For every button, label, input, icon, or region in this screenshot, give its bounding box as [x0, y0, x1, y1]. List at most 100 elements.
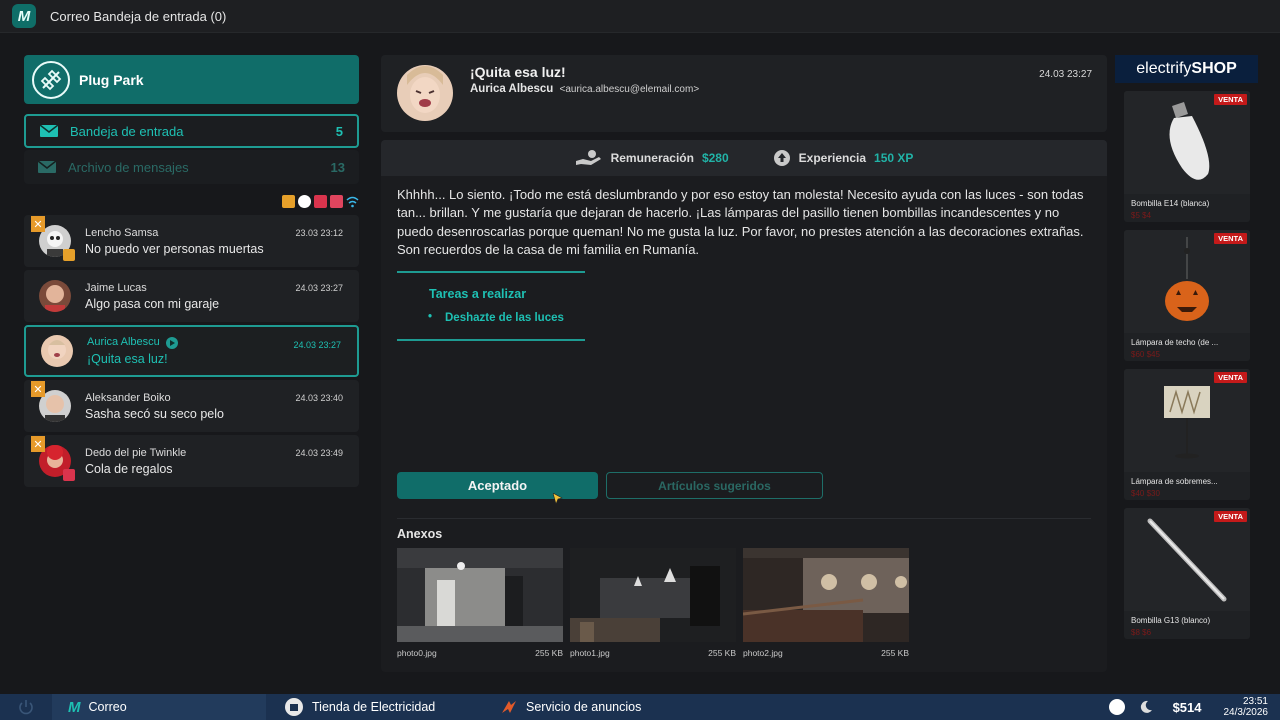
- shop-brand-bold: SHOP: [1191, 60, 1237, 77]
- title-bar: M Correo Bandeja de entrada (0): [0, 0, 1280, 33]
- folder-inbox[interactable]: Bandeja de entrada 5: [24, 114, 359, 148]
- day-mode-icon[interactable]: [1108, 699, 1125, 715]
- list-item[interactable]: Jaime Lucas Algo pasa con mi garaje 24.0…: [24, 270, 359, 322]
- shop-item-name: Bombilla G13 (blanco): [1131, 616, 1211, 625]
- sidebar: Plug Park Bandeja de entrada 5 Archivo d…: [24, 55, 359, 490]
- money-balance: $514: [1172, 699, 1202, 715]
- shop-item[interactable]: VENTA Lámpara de techo (de ... $60 $45: [1124, 230, 1250, 361]
- task-tag-icon: ✕: [31, 216, 45, 232]
- list-item[interactable]: ✕ Aleksander Boiko Sasha secó su seco pe…: [24, 380, 359, 432]
- attachment-name: photo1.jpg: [570, 648, 610, 658]
- attachment-name: photo2.jpg: [743, 648, 783, 658]
- shop-item[interactable]: VENTA Bombilla E14 (blanca) $5 $4: [1124, 91, 1250, 222]
- shop-item[interactable]: VENTA Lámpara de sobremes... $40 $30: [1124, 369, 1250, 500]
- moon-icon[interactable]: [1139, 700, 1153, 714]
- play-icon[interactable]: [165, 336, 178, 349]
- plug-icon: [32, 60, 70, 99]
- attachment-size: 255 KB: [881, 648, 909, 658]
- fire-icon: [63, 469, 75, 481]
- list-item[interactable]: ✕ Dedo del pie Twinkle Cola de regalos 2…: [24, 435, 359, 487]
- shop-brand-light: electrify: [1136, 60, 1192, 77]
- sale-badge: VENTA: [1214, 511, 1247, 522]
- avatar: [41, 335, 73, 367]
- xp-label: Experiencia: [798, 151, 867, 165]
- attachment-thumbnail[interactable]: [397, 548, 563, 642]
- accept-button[interactable]: Aceptado: [397, 472, 598, 499]
- folder-archive-label: Archivo de mensajes: [68, 159, 189, 175]
- shop-logo[interactable]: electrify SHOP: [1115, 55, 1258, 83]
- mail-date: 24.03 23:27: [1039, 69, 1092, 80]
- message-date: 24.03 23:49: [295, 448, 343, 458]
- reward-value: $280: [701, 151, 729, 165]
- shop-item-price: $60 $45: [1131, 350, 1160, 359]
- attachments-title: Anexos: [397, 527, 443, 541]
- mail-header: ¡Quita esa luz! Aurica Albescu <aurica.a…: [381, 55, 1107, 132]
- app-logo-icon: M: [12, 4, 36, 28]
- envelope-icon: [40, 125, 58, 137]
- reward-label: Remuneración: [610, 151, 694, 165]
- tube-bulb-icon: [1124, 508, 1250, 611]
- sale-badge: VENTA: [1214, 233, 1247, 244]
- window-title: Correo Bandeja de entrada (0): [50, 8, 227, 24]
- status-icons: [24, 195, 359, 209]
- settings-icon: [298, 195, 311, 208]
- power-icon: [19, 700, 33, 715]
- attachment-name: photo0.jpg: [397, 648, 437, 658]
- message-date: 24.03 23:40: [295, 393, 343, 403]
- message-subject: No puedo ver personas muertas: [85, 241, 264, 256]
- mail-sender-email: <aurica.albescu@elemail.com>: [559, 84, 700, 95]
- message-list: ✕ Lencho Samsa No puedo ver personas mue…: [24, 215, 359, 487]
- brand-header: Plug Park: [24, 55, 359, 104]
- attachment-thumbnail[interactable]: [570, 548, 736, 642]
- shop-panel: electrify SHOP VENTA Bombilla E14 (blanca…: [1115, 55, 1258, 639]
- shop-item-price: $8 $6: [1131, 628, 1152, 637]
- taskbar-app-ads[interactable]: Servicio de anuncios: [482, 694, 641, 720]
- message-subject: Algo pasa con mi garaje: [85, 296, 220, 311]
- sender-avatar: [397, 65, 453, 121]
- shop-item[interactable]: VENTA Bombilla G13 (blanco) $8 $6: [1124, 508, 1250, 639]
- task-tag-icon: ✕: [31, 381, 45, 397]
- camera-icon: [282, 195, 295, 208]
- divider: [397, 518, 1091, 519]
- mail-body: Remuneración $280 Experiencia 150 XP Khh…: [381, 140, 1107, 672]
- attachment-item[interactable]: photo2.jpg 255 KB: [743, 548, 909, 658]
- folder-inbox-count: 5: [335, 123, 343, 139]
- task-tag-icon: ✕: [31, 436, 45, 452]
- table-lamp-icon: [1124, 369, 1250, 472]
- camera-icon: [63, 249, 75, 261]
- xp-up-icon: [773, 150, 790, 166]
- taskbar-app-label: Correo: [88, 700, 127, 714]
- attachment-item[interactable]: photo0.jpg 255 KB: [397, 548, 563, 658]
- folder-archive-count: 13: [330, 159, 345, 175]
- shop-item-price: $40 $30: [1131, 489, 1160, 498]
- shop-item-name: Lámpara de sobremes...: [1131, 477, 1218, 486]
- attachment-thumbnail[interactable]: [743, 548, 909, 642]
- suggested-items-button[interactable]: Artículos sugeridos: [606, 472, 823, 499]
- taskbar: M Correo Tienda de Electricidad Servicio…: [0, 694, 1280, 720]
- attachment-item[interactable]: photo1.jpg 255 KB: [570, 548, 736, 658]
- fire-icon: [314, 195, 327, 208]
- message-sender: Aurica Albescu: [87, 336, 160, 349]
- taskbar-app-shop[interactable]: Tienda de Electricidad: [266, 694, 482, 720]
- list-item[interactable]: ✕ Lencho Samsa No puedo ver personas mue…: [24, 215, 359, 267]
- clock-time: 23:51: [1242, 696, 1268, 707]
- mail-app-icon: M: [68, 698, 81, 716]
- sale-badge: VENTA: [1214, 94, 1247, 105]
- message-subject: Cola de regalos: [85, 461, 173, 476]
- message-subject: ¡Quita esa luz!: [87, 351, 168, 366]
- tasks-box: Tareas a realizar Deshazte de las luces: [397, 271, 585, 342]
- power-button[interactable]: [0, 694, 52, 720]
- hand-money-icon: [575, 150, 601, 165]
- attachment-size: 255 KB: [535, 648, 563, 658]
- task-item: Deshazte de las luces: [428, 311, 564, 324]
- shop-item-name: Bombilla E14 (blanca): [1131, 199, 1210, 208]
- envelope-icon: [38, 161, 56, 173]
- folder-archive[interactable]: Archivo de mensajes 13: [24, 150, 359, 184]
- list-item-selected[interactable]: Aurica Albescu ¡Quita esa luz! 24.03 23:…: [24, 325, 359, 377]
- taskbar-app-mail[interactable]: M Correo: [52, 694, 266, 720]
- clock-date: 24/3/2026: [1223, 707, 1269, 718]
- pumpkin-lamp-icon: [1124, 230, 1250, 333]
- taskbar-app-label: Servicio de anuncios: [526, 700, 642, 714]
- brand-name: Plug Park: [79, 71, 144, 88]
- tasks-title: Tareas a realizar: [429, 287, 527, 302]
